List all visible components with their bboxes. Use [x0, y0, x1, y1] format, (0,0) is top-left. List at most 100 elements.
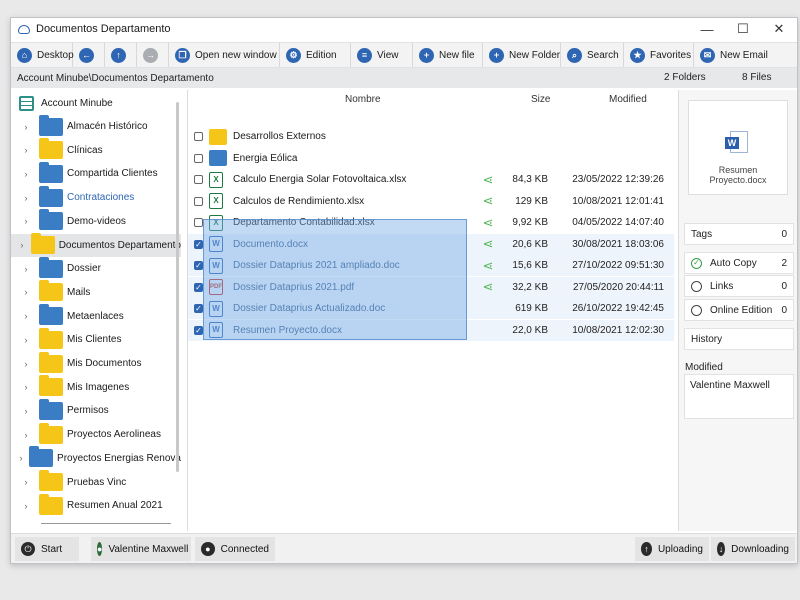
tree-item[interactable]: › Proyectos Energias Renova — [11, 446, 181, 470]
chevron-right-icon[interactable]: › — [19, 359, 33, 369]
search-button[interactable]: ⌕ Search — [561, 43, 624, 67]
row-checkbox[interactable]: ✓ — [194, 325, 203, 335]
file-size: 32,2 KB — [512, 281, 548, 293]
share-icon[interactable]: ⋖ — [481, 172, 495, 187]
tree-item-label: Mis Imagenes — [67, 381, 130, 393]
row-checkbox[interactable] — [194, 218, 203, 227]
row-checkbox[interactable]: ✓ — [194, 304, 203, 313]
column-header-modified[interactable]: Modified — [609, 94, 647, 105]
downloading-status[interactable]: ↓ Downloading — [711, 537, 795, 561]
tree-item[interactable]: › Metaenlaces — [11, 304, 181, 328]
share-icon[interactable]: ⋖ — [481, 215, 495, 230]
chevron-right-icon[interactable]: › — [19, 453, 23, 463]
breadcrumb[interactable]: Account Minube\Documentos Departamento — [17, 73, 214, 84]
row-checkbox[interactable]: ✓ — [194, 282, 203, 292]
share-icon[interactable]: ⋖ — [481, 237, 495, 251]
tree-item[interactable]: › Contrataciones — [11, 185, 181, 209]
tree-item-label: Mis Documentos — [67, 358, 142, 369]
chevron-right-icon[interactable]: › — [19, 311, 33, 321]
tree-item[interactable]: › Mis Documentos — [11, 351, 181, 375]
user-label: Valentine Maxwell — [108, 543, 189, 555]
chevron-right-icon[interactable]: › — [19, 477, 33, 487]
new-file-button[interactable]: + New file — [413, 43, 483, 67]
chevron-right-icon[interactable]: › — [19, 193, 33, 203]
tree-item[interactable]: › Mails — [11, 280, 181, 304]
tree-item[interactable]: › Permisos — [11, 398, 181, 422]
chevron-right-icon[interactable]: › — [19, 430, 33, 440]
star-icon: ★ — [630, 47, 645, 63]
folder-icon — [39, 470, 63, 491]
column-header-size[interactable]: Size — [531, 94, 550, 105]
share-icon[interactable]: ⋖ — [481, 258, 495, 273]
uploading-status[interactable]: ↑ Uploading — [635, 537, 709, 561]
row-checkbox[interactable] — [194, 175, 203, 184]
file-row[interactable]: Desarrollos Externos — [188, 126, 674, 147]
tree-item[interactable]: › Demo-videos — [11, 209, 181, 233]
tree-item[interactable]: › Resumen Anual 2021 — [11, 493, 181, 517]
new-folder-label: New Folder — [509, 49, 561, 61]
chevron-right-icon[interactable]: › — [19, 240, 25, 250]
file-row[interactable]: X Calculos de Rendimiento.xlsx ⋖ 129 KB 10/0… — [188, 191, 674, 212]
file-preview[interactable]: W Resumen Proyecto.docx — [688, 100, 788, 195]
chevron-right-icon[interactable]: › — [19, 287, 33, 297]
back-button[interactable]: ← — [73, 43, 105, 67]
start-button[interactable]: ⏻ Start — [15, 537, 79, 561]
new-folder-button[interactable]: + New Folder — [483, 43, 561, 67]
chevron-right-icon[interactable]: › — [19, 169, 33, 179]
row-checkbox[interactable] — [194, 196, 203, 206]
chevron-right-icon[interactable]: › — [19, 145, 33, 155]
user-status[interactable]: ● Valentine Maxwell — [91, 537, 191, 561]
auto-copy-row[interactable]: ✓ Auto Copy 2 — [684, 252, 794, 274]
chevron-right-icon[interactable]: › — [19, 264, 33, 274]
row-checkbox[interactable] — [194, 132, 203, 141]
close-button[interactable]: ✕ — [761, 18, 797, 40]
file-row[interactable]: X Calculo Energia Solar Fotovoltaica.xlsx… — [188, 169, 674, 190]
folder-icon — [39, 280, 63, 302]
share-icon[interactable]: ⋖ — [481, 194, 495, 208]
folder-tree: Account Minube › Almacén Histórico › Clínic… — [11, 90, 181, 531]
row-checkbox[interactable] — [194, 153, 203, 163]
online-edition-row[interactable]: Online Edition 0 — [684, 299, 794, 321]
auto-copy-count: 2 — [781, 257, 787, 269]
chevron-right-icon[interactable]: › — [19, 122, 33, 132]
tree-item[interactable]: › Pruebas Vinc — [11, 470, 181, 494]
tree-item-label: Mails — [67, 286, 91, 298]
tree-item[interactable]: › Dossier — [11, 256, 181, 280]
row-checkbox[interactable]: ✓ — [194, 261, 203, 270]
tree-item[interactable]: › Almacén Histórico — [11, 114, 181, 138]
desktop-button[interactable]: ⌂ Desktop — [11, 43, 74, 67]
tags-row[interactable]: Tags 0 — [684, 223, 794, 245]
share-icon[interactable]: ⋖ — [481, 280, 495, 294]
tree-item[interactable]: › Compartida Clientes — [11, 161, 181, 185]
up-button[interactable]: ↑ — [105, 43, 137, 67]
open-new-window-button[interactable]: ❐ Open new window — [169, 43, 280, 67]
new-email-button[interactable]: ✉ New Email — [694, 43, 770, 67]
tree-item[interactable]: › Clínicas — [11, 138, 181, 162]
view-label: View — [377, 49, 399, 61]
links-row[interactable]: Links 0 — [684, 275, 794, 297]
minimize-button[interactable]: — — [689, 18, 725, 40]
forward-button[interactable]: → — [137, 43, 169, 67]
tree-item[interactable]: › Mis Clientes — [11, 327, 181, 351]
tree-item-label: Dossier — [67, 263, 101, 275]
tree-item[interactable]: › Documentos Departamento — [11, 233, 181, 257]
tree-item[interactable]: › Proyectos Aerolineas — [11, 422, 181, 446]
chevron-right-icon[interactable]: › — [19, 406, 33, 416]
tree-item[interactable]: › Mis Imagenes — [11, 375, 181, 399]
chevron-right-icon[interactable]: › — [19, 382, 33, 392]
view-button[interactable]: ≡ View — [351, 43, 413, 67]
connection-status[interactable]: ● Connected — [195, 537, 275, 561]
history-row[interactable]: History — [684, 328, 794, 350]
tree-root[interactable]: Account Minube — [19, 93, 113, 113]
file-row[interactable]: Energia Eólica — [188, 148, 674, 169]
maximize-button[interactable]: ☐ — [725, 18, 761, 40]
row-checkbox[interactable]: ✓ — [194, 239, 203, 249]
chevron-right-icon[interactable]: › — [19, 335, 33, 345]
tree-scrollbar[interactable] — [176, 102, 179, 472]
file-size: 84,3 KB — [512, 174, 548, 185]
chevron-right-icon[interactable]: › — [19, 501, 33, 511]
favorites-button[interactable]: ★ Favorites — [624, 43, 694, 67]
chevron-right-icon[interactable]: › — [19, 216, 33, 226]
column-header-name[interactable]: Nombre — [345, 94, 381, 105]
edition-button[interactable]: ⚙ Edition — [280, 43, 351, 67]
